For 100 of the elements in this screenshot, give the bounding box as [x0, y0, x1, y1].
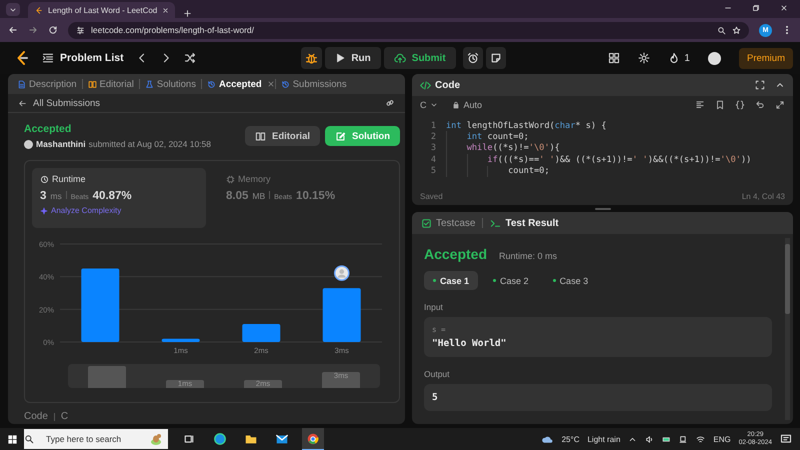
- new-tab-icon[interactable]: [183, 9, 192, 18]
- wifi-icon[interactable]: [696, 434, 706, 444]
- chart-bar: [322, 288, 361, 342]
- back-link[interactable]: All Submissions: [18, 98, 100, 108]
- submit-button[interactable]: Submit: [384, 47, 456, 69]
- submission-status: Accepted: [24, 123, 72, 135]
- speaker-icon[interactable]: [645, 434, 654, 444]
- task-view-icon[interactable]: [183, 433, 195, 445]
- code-line: count=0;: [508, 166, 550, 176]
- notes-button[interactable]: [486, 47, 506, 69]
- address-bar[interactable]: leetcode.com/problems/length-of-last-word/: [68, 22, 749, 38]
- chart-bar: [242, 324, 280, 342]
- format-icon[interactable]: [695, 100, 705, 110]
- chip-icon: [226, 174, 235, 184]
- bug-icon: [305, 52, 318, 64]
- mode-label: Auto: [464, 100, 484, 110]
- browser-icon[interactable]: [213, 432, 227, 446]
- chart-bar: [162, 338, 200, 342]
- code-label: Code: [24, 411, 48, 422]
- code-language: C: [60, 411, 68, 422]
- lock-icon: [452, 101, 460, 109]
- temperature: 25°C: [562, 434, 580, 444]
- editorial-button[interactable]: Editorial: [244, 126, 320, 146]
- battery-icon[interactable]: [662, 434, 672, 444]
- beaker-icon: [144, 80, 154, 88]
- timer-button[interactable]: [462, 47, 483, 69]
- mail-icon[interactable]: [275, 432, 289, 446]
- premium-button[interactable]: Premium: [738, 48, 793, 68]
- tab-list-button[interactable]: [6, 3, 20, 16]
- forward-icon[interactable]: [28, 25, 38, 35]
- fire-icon[interactable]: [668, 52, 680, 64]
- check-box-icon: [421, 218, 432, 228]
- beats-percent: 40.87%: [92, 190, 132, 202]
- code-line: int count=0;: [466, 132, 529, 142]
- play-icon: [335, 53, 346, 63]
- line-number: 2: [430, 132, 437, 142]
- grid-icon[interactable]: [608, 52, 620, 64]
- streak-count: 1: [684, 52, 690, 64]
- braces-icon[interactable]: [735, 100, 745, 110]
- run-button[interactable]: Run: [325, 47, 381, 69]
- shuffle-icon[interactable]: [184, 52, 196, 64]
- metric-unit: ms: [50, 191, 62, 201]
- submission-time: submitted at Aug 02, 2024 10:58: [88, 139, 211, 149]
- language-indicator[interactable]: ENG: [713, 434, 731, 444]
- username[interactable]: Mashanthini: [36, 139, 86, 149]
- panel-tab[interactable]: Editorial: [82, 78, 139, 90]
- clock-icon: [40, 174, 49, 184]
- language-select[interactable]: C: [420, 100, 438, 110]
- case-tab[interactable]: Case 3: [544, 271, 598, 290]
- reload-icon[interactable]: [48, 25, 58, 35]
- star-icon[interactable]: [732, 26, 741, 34]
- book-icon: [254, 130, 266, 142]
- note-icon: [490, 52, 502, 64]
- panel-tab[interactable]: Test Result: [487, 218, 562, 228]
- windows-icon[interactable]: [6, 434, 18, 444]
- back-icon[interactable]: [8, 25, 18, 35]
- weather-text: Light rain: [587, 434, 620, 444]
- zoom-icon[interactable]: [717, 26, 726, 34]
- chevron-down-icon: [430, 101, 438, 109]
- search-icon: [24, 434, 34, 444]
- undo-icon[interactable]: [755, 100, 765, 110]
- cloud-upload-icon: [394, 52, 406, 64]
- alarm-icon: [466, 52, 479, 64]
- problem-list-link[interactable]: Problem List: [60, 52, 124, 64]
- code-line: while((*s)!='\0'){: [466, 143, 560, 154]
- chevron-down-icon: [9, 6, 17, 14]
- case-tab[interactable]: Case 1: [424, 271, 478, 290]
- chrome-icon[interactable]: [306, 432, 320, 446]
- case-tab[interactable]: Case 2: [484, 271, 538, 290]
- cursor-position: Ln 4, Col 43: [742, 192, 785, 201]
- line-number: 4: [430, 154, 437, 165]
- bookmark-icon[interactable]: [715, 100, 725, 110]
- code-line: int lengthOfLastWord(char* s) {: [446, 120, 606, 131]
- favicon-icon: [34, 6, 43, 14]
- settings-icon[interactable]: [638, 52, 650, 64]
- panel-tab[interactable]: Description: [12, 78, 82, 90]
- panel-tab[interactable]: Submissions: [276, 78, 352, 90]
- debug-button[interactable]: [301, 47, 322, 69]
- avatar-icon: [334, 265, 350, 281]
- avatar[interactable]: [708, 52, 721, 64]
- panel-tab[interactable]: Testcase: [418, 218, 478, 228]
- panel-tab[interactable]: Accepted: [202, 78, 267, 90]
- metric-value: 8.05: [226, 190, 248, 202]
- value-box: 5: [424, 384, 772, 411]
- search-field[interactable]: Type here to search: [24, 429, 168, 449]
- panel-tab[interactable]: Solutions: [140, 78, 201, 90]
- section-label: Output: [424, 369, 451, 379]
- line-number: 5: [430, 166, 437, 176]
- code-line: if(((*s)==' ')&& ((*(s+1))!=' ')&&((*(s+1))!='\0')): [487, 154, 752, 165]
- back-icon: [18, 98, 27, 108]
- metric-value: 3: [40, 190, 46, 202]
- restore-icon[interactable]: [752, 4, 760, 12]
- browser-tab[interactable]: Length of Last Word - LeetCod: [28, 2, 176, 18]
- notification-icon[interactable]: [780, 433, 792, 445]
- line-number: 3: [430, 143, 437, 154]
- fullscreen-icon[interactable]: [755, 80, 765, 90]
- link-icon[interactable]: [385, 98, 395, 108]
- expand-icon[interactable]: [775, 100, 785, 110]
- section-label: Input: [424, 302, 444, 312]
- save-status: Saved: [420, 192, 443, 201]
